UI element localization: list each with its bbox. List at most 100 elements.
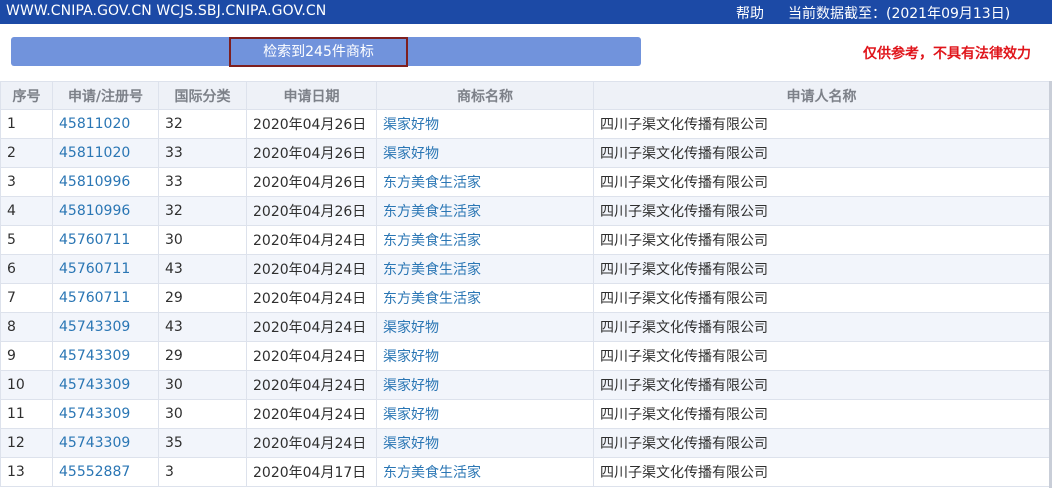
search-result-count[interactable]: 检索到245件商标: [229, 37, 408, 67]
reg-number-link[interactable]: 45760711: [52, 283, 159, 313]
trademark-name-link[interactable]: 渠家好物: [376, 109, 594, 139]
table-row[interactable]: 4 45810996 32 2020年04月26日 东方美食生活家 四川子渠文化传播有限公…: [0, 196, 1050, 226]
trademark-name-link[interactable]: 东方美食生活家: [376, 283, 594, 313]
apply-date: 2020年04月24日: [246, 428, 377, 458]
row-index: 11: [0, 399, 53, 429]
row-index: 4: [0, 196, 53, 226]
trademark-name-link[interactable]: 东方美食生活家: [376, 196, 594, 226]
apply-date: 2020年04月24日: [246, 370, 377, 400]
table-row[interactable]: 12 45743309 35 2020年04月24日 渠家好物 四川子渠文化传播有限公司: [0, 428, 1050, 458]
table-row[interactable]: 2 45811020 33 2020年04月26日 渠家好物 四川子渠文化传播有限公司: [0, 138, 1050, 168]
table-row[interactable]: 3 45810996 33 2020年04月26日 东方美食生活家 四川子渠文化传播有限公…: [0, 167, 1050, 197]
table-row[interactable]: 11 45743309 30 2020年04月24日 渠家好物 四川子渠文化传播有限公司: [0, 399, 1050, 429]
reg-number-link[interactable]: 45743309: [52, 428, 159, 458]
apply-date: 2020年04月24日: [246, 254, 377, 284]
disclaimer-text: 仅供参考，不具有法律效力: [863, 46, 1031, 62]
row-index: 2: [0, 138, 53, 168]
trademark-name-link[interactable]: 渠家好物: [376, 312, 594, 342]
header-reg-number[interactable]: 申请/注册号: [52, 81, 159, 110]
row-index: 3: [0, 167, 53, 197]
row-index: 6: [0, 254, 53, 284]
applicant-name: 四川子渠文化传播有限公司: [593, 254, 1050, 284]
apply-date: 2020年04月26日: [246, 196, 377, 226]
intl-class: 30: [158, 225, 247, 255]
reg-number-link[interactable]: 45811020: [52, 109, 159, 139]
intl-class: 35: [158, 428, 247, 458]
intl-class: 30: [158, 399, 247, 429]
intl-class: 33: [158, 167, 247, 197]
reg-number-link[interactable]: 45760711: [52, 254, 159, 284]
reg-number-link[interactable]: 45743309: [52, 312, 159, 342]
row-index: 5: [0, 225, 53, 255]
row-index: 13: [0, 457, 53, 487]
apply-date: 2020年04月17日: [246, 457, 377, 487]
reg-number-link[interactable]: 45810996: [52, 167, 159, 197]
row-index: 7: [0, 283, 53, 313]
header-apply-date[interactable]: 申请日期: [246, 81, 377, 110]
apply-date: 2020年04月24日: [246, 399, 377, 429]
applicant-name: 四川子渠文化传播有限公司: [593, 196, 1050, 226]
table-row[interactable]: 6 45760711 43 2020年04月24日 东方美食生活家 四川子渠文化传播有限公…: [0, 254, 1050, 284]
trademark-name-link[interactable]: 东方美食生活家: [376, 457, 594, 487]
trademark-name-link[interactable]: 渠家好物: [376, 399, 594, 429]
apply-date: 2020年04月24日: [246, 341, 377, 371]
table-header-row: 序号 申请/注册号 国际分类 申请日期 商标名称 申请人名称: [0, 81, 1050, 110]
intl-class: 29: [158, 283, 247, 313]
trademark-name-link[interactable]: 渠家好物: [376, 138, 594, 168]
reg-number-link[interactable]: 45552887: [52, 457, 159, 487]
table-row[interactable]: 13 45552887 3 2020年04月17日 东方美食生活家 四川子渠文化传播有限公…: [0, 457, 1050, 487]
header-intl-class[interactable]: 国际分类: [158, 81, 247, 110]
table-row[interactable]: 10 45743309 30 2020年04月24日 渠家好物 四川子渠文化传播有限公司: [0, 370, 1050, 400]
reg-number-link[interactable]: 45743309: [52, 341, 159, 371]
reg-number-link[interactable]: 45811020: [52, 138, 159, 168]
trademark-results-table: 序号 申请/注册号 国际分类 申请日期 商标名称 申请人名称 1 45811020…: [0, 81, 1050, 487]
row-index: 12: [0, 428, 53, 458]
applicant-name: 四川子渠文化传播有限公司: [593, 167, 1050, 197]
help-link[interactable]: 帮助: [736, 3, 764, 23]
table-row[interactable]: 1 45811020 32 2020年04月26日 渠家好物 四川子渠文化传播有限公司: [0, 109, 1050, 139]
table-row[interactable]: 7 45760711 29 2020年04月24日 东方美食生活家 四川子渠文化传播有限公…: [0, 283, 1050, 313]
applicant-name: 四川子渠文化传播有限公司: [593, 312, 1050, 342]
table-row[interactable]: 9 45743309 29 2020年04月24日 渠家好物 四川子渠文化传播有限公司: [0, 341, 1050, 371]
applicant-name: 四川子渠文化传播有限公司: [593, 283, 1050, 313]
trademark-name-link[interactable]: 东方美食生活家: [376, 254, 594, 284]
applicant-name: 四川子渠文化传播有限公司: [593, 428, 1050, 458]
apply-date: 2020年04月24日: [246, 225, 377, 255]
apply-date: 2020年04月26日: [246, 109, 377, 139]
header-applicant-name[interactable]: 申请人名称: [593, 81, 1050, 110]
row-index: 10: [0, 370, 53, 400]
table-row[interactable]: 8 45743309 43 2020年04月24日 渠家好物 四川子渠文化传播有限公司: [0, 312, 1050, 342]
reg-number-link[interactable]: 45743309: [52, 370, 159, 400]
table-row[interactable]: 5 45760711 30 2020年04月24日 东方美食生活家 四川子渠文化传播有限公…: [0, 225, 1050, 255]
header-index[interactable]: 序号: [0, 81, 53, 110]
trademark-name-link[interactable]: 东方美食生活家: [376, 225, 594, 255]
apply-date: 2020年04月26日: [246, 138, 377, 168]
table-body: 1 45811020 32 2020年04月26日 渠家好物 四川子渠文化传播有限公司 2 4…: [0, 109, 1050, 487]
intl-class: 43: [158, 312, 247, 342]
trademark-name-link[interactable]: 渠家好物: [376, 428, 594, 458]
site-domains: WWW.CNIPA.GOV.CN WCJS.SBJ.CNIPA.GOV.CN: [6, 3, 327, 19]
row-index: 9: [0, 341, 53, 371]
top-bar: WWW.CNIPA.GOV.CN WCJS.SBJ.CNIPA.GOV.CN 帮…: [0, 0, 1052, 24]
intl-class: 3: [158, 457, 247, 487]
intl-class: 30: [158, 370, 247, 400]
applicant-name: 四川子渠文化传播有限公司: [593, 138, 1050, 168]
trademark-name-link[interactable]: 东方美食生活家: [376, 167, 594, 197]
applicant-name: 四川子渠文化传播有限公司: [593, 109, 1050, 139]
row-index: 8: [0, 312, 53, 342]
trademark-name-link[interactable]: 渠家好物: [376, 341, 594, 371]
applicant-name: 四川子渠文化传播有限公司: [593, 399, 1050, 429]
intl-class: 32: [158, 109, 247, 139]
header-trademark-name[interactable]: 商标名称: [376, 81, 594, 110]
applicant-name: 四川子渠文化传播有限公司: [593, 341, 1050, 371]
intl-class: 33: [158, 138, 247, 168]
intl-class: 29: [158, 341, 247, 371]
reg-number-link[interactable]: 45760711: [52, 225, 159, 255]
intl-class: 43: [158, 254, 247, 284]
applicant-name: 四川子渠文化传播有限公司: [593, 225, 1050, 255]
reg-number-link[interactable]: 45743309: [52, 399, 159, 429]
apply-date: 2020年04月26日: [246, 167, 377, 197]
trademark-name-link[interactable]: 渠家好物: [376, 370, 594, 400]
data-date-label: 当前数据截至：(2021年09月13日): [788, 6, 1011, 22]
reg-number-link[interactable]: 45810996: [52, 196, 159, 226]
